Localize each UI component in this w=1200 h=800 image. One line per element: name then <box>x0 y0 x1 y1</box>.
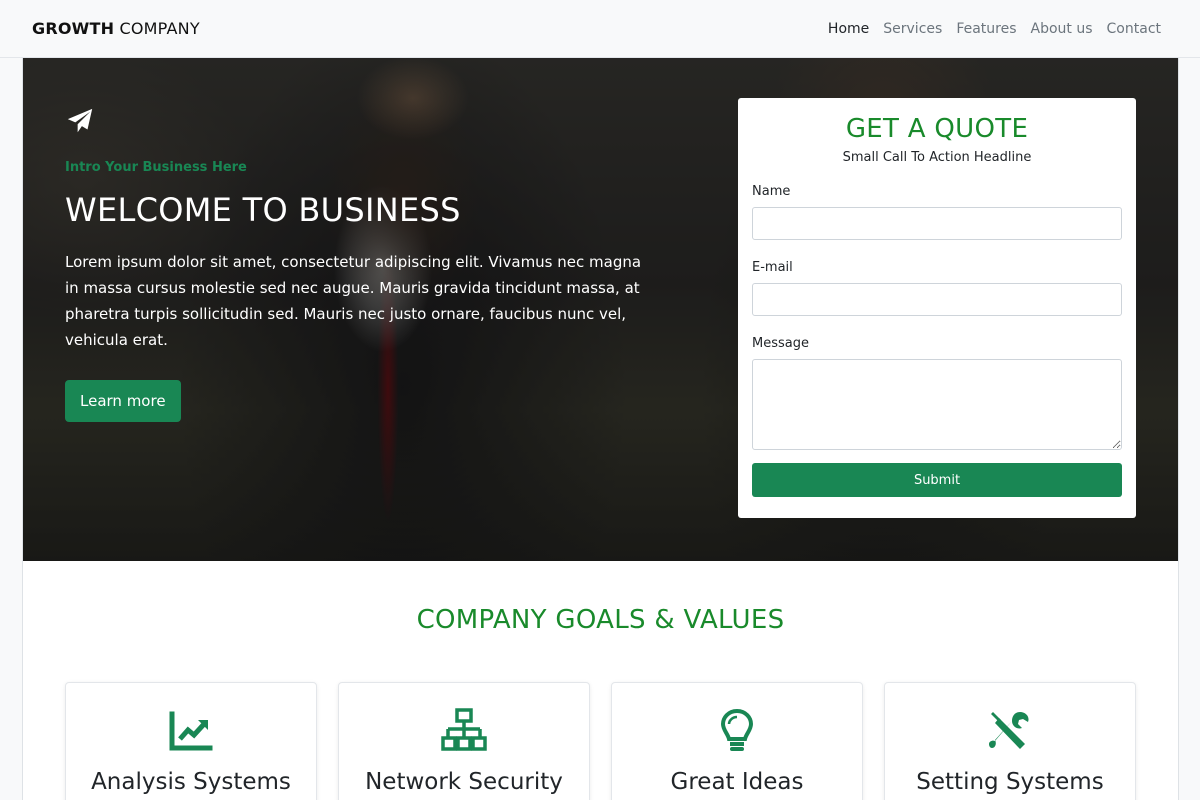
nav-services[interactable]: Services <box>876 21 949 37</box>
learn-more-button[interactable]: Learn more <box>65 380 181 422</box>
card-network-security[interactable]: Network Security <box>338 682 590 800</box>
nav-menu: Home Services Features About us Contact <box>821 21 1168 37</box>
brand-light: COMPANY <box>119 19 200 38</box>
quote-title: GET A QUOTE <box>845 114 1029 144</box>
quote-form: GET A QUOTE Small Call To Action Headlin… <box>738 98 1136 518</box>
nav-contact[interactable]: Contact <box>1100 21 1168 37</box>
goals-section: COMPANY GOALS & VALUES Analysis Systems <box>23 561 1178 800</box>
brand-logo[interactable]: GROWTH COMPANY <box>32 19 200 38</box>
card-title: Analysis Systems <box>91 769 291 795</box>
nav-features[interactable]: Features <box>949 21 1023 37</box>
tools-icon <box>989 712 1029 749</box>
name-label: Name <box>752 184 791 199</box>
goals-title: COMPANY GOALS & VALUES <box>416 605 785 635</box>
card-title: Great Ideas <box>670 769 804 795</box>
quote-subtitle: Small Call To Action Headline <box>842 150 1032 165</box>
email-field[interactable] <box>752 283 1122 316</box>
hero-section: Intro Your Business Here WELCOME TO BUSI… <box>23 58 1178 561</box>
message-field[interactable] <box>752 359 1122 450</box>
email-label: E-mail <box>752 260 793 275</box>
message-label: Message <box>752 336 809 351</box>
brand-bold: GROWTH <box>32 19 115 38</box>
hero-content: Intro Your Business Here WELCOME TO BUSI… <box>65 106 655 422</box>
card-analysis-systems[interactable]: Analysis Systems <box>65 682 317 800</box>
hero-text: Lorem ipsum dolor sit amet, consectetur … <box>65 253 642 349</box>
paper-plane-icon <box>67 108 93 133</box>
nav-about[interactable]: About us <box>1024 21 1100 37</box>
lightbulb-icon <box>720 708 754 751</box>
chart-line-icon <box>169 711 213 751</box>
main-container: Intro Your Business Here WELCOME TO BUSI… <box>22 58 1179 800</box>
network-icon <box>441 708 487 751</box>
card-great-ideas[interactable]: Great Ideas <box>611 682 863 800</box>
goals-cards: Analysis Systems Network Security Great … <box>23 682 1178 800</box>
nav-home[interactable]: Home <box>821 21 876 37</box>
card-title: Network Security <box>365 769 563 795</box>
navbar: GROWTH COMPANY Home Services Features Ab… <box>0 0 1200 58</box>
card-title: Setting Systems <box>916 769 1104 795</box>
submit-button[interactable]: Submit <box>752 463 1122 497</box>
hero-intro: Intro Your Business Here <box>65 160 247 175</box>
card-setting-systems[interactable]: Setting Systems <box>884 682 1136 800</box>
name-field[interactable] <box>752 207 1122 240</box>
hero-title: WELCOME TO BUSINESS <box>65 191 461 229</box>
